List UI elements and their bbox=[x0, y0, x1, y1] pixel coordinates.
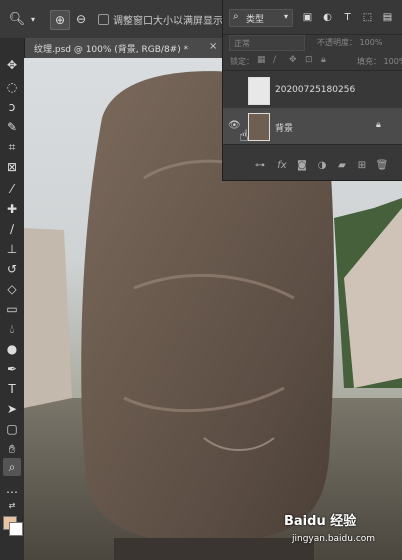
smart-object-filter-icon[interactable]: ▤ bbox=[381, 11, 394, 24]
lock-transparent-icon[interactable]: ▦ bbox=[257, 55, 266, 65]
layer-row[interactable]: 20200725180256 bbox=[223, 72, 402, 109]
layer-row-selected[interactable]: 👁︎ 背景 🔒︎ bbox=[223, 108, 402, 145]
history-brush-tool-icon[interactable]: ↺ bbox=[3, 260, 21, 278]
move-tool-icon[interactable]: ✥ bbox=[3, 56, 21, 74]
layer-thumbnail bbox=[248, 113, 270, 141]
marquee-tool-icon[interactable]: ◌ bbox=[3, 78, 21, 96]
layer-thumbnail bbox=[248, 77, 270, 105]
opacity-value: 100% bbox=[359, 38, 383, 47]
quick-selection-tool-icon[interactable]: ✎ bbox=[3, 118, 21, 136]
fill-control[interactable]: 填充： 100% bbox=[357, 56, 402, 67]
blend-mode-value: 正常 bbox=[234, 39, 250, 48]
layers-panel-footer: ⊶ fx ◙ ◑ ▰ ⊞ 🗑︎ bbox=[223, 150, 402, 180]
lock-image-icon[interactable]: ∕ bbox=[273, 55, 276, 65]
pen-tool-icon[interactable]: ✒ bbox=[3, 360, 21, 378]
document-tab-title: 纹理.psd @ 100% (背景, RGB/8#) * bbox=[34, 45, 189, 55]
search-icon: ⌕ bbox=[233, 11, 239, 22]
lock-label: 锁定： bbox=[230, 57, 254, 66]
hand-tool-icon[interactable]: ✋︎ bbox=[3, 440, 21, 458]
blur-tool-icon[interactable]: 💧︎ bbox=[3, 320, 21, 338]
type-layer-filter-icon[interactable]: T bbox=[341, 11, 354, 24]
kind-filter-dropdown[interactable]: ⌕ 类型 ▾ bbox=[229, 9, 293, 27]
opacity-control[interactable]: 不透明度： 100% bbox=[317, 37, 382, 48]
resize-windows-label: 调整窗口大小以满屏显示 bbox=[113, 16, 223, 27]
zoom-out-button[interactable]: ⊖ bbox=[72, 10, 90, 28]
layers-panel: ⌕ 类型 ▾ ▣ ◐ T ⬚ ▤ 正常 不透明度： 100% 锁定： ▦ ∕ ✥… bbox=[222, 0, 402, 181]
type-tool-icon[interactable]: T bbox=[3, 380, 21, 398]
new-layer-icon[interactable]: ⊞ bbox=[355, 158, 369, 172]
rectangle-tool-icon[interactable]: ▢ bbox=[3, 420, 21, 438]
crop-tool-icon[interactable]: ⌗ bbox=[3, 138, 21, 156]
lock-row: 锁定： ▦ ∕ ✥ ⊡ 🔒︎ 填充： 100% bbox=[223, 52, 402, 71]
dodge-tool-icon[interactable]: ● bbox=[3, 340, 21, 358]
frame-tool-icon[interactable]: ⊠ bbox=[3, 158, 21, 176]
adjustment-layer-filter-icon[interactable]: ◐ bbox=[321, 11, 334, 24]
tools-panel: ✥ ◌ ↄ ✎ ⌗ ⊠ ⁄ ✚ ∕ ⊥ ↺ ◇ ▭ 💧︎ ● ✒ T ➤ ▢ ✋… bbox=[0, 38, 25, 560]
zoom-in-button[interactable]: ⊕ bbox=[50, 10, 70, 30]
document-tab[interactable]: 纹理.psd @ 100% (背景, RGB/8#) * × bbox=[24, 38, 223, 58]
background-color-swatch[interactable] bbox=[9, 522, 23, 536]
clone-stamp-tool-icon[interactable]: ⊥ bbox=[3, 240, 21, 258]
chevron-down-icon: ▾ bbox=[283, 12, 288, 21]
path-selection-tool-icon[interactable]: ➤ bbox=[3, 400, 21, 418]
adjustment-layer-icon[interactable]: ◑ bbox=[315, 158, 329, 172]
opacity-label: 不透明度： bbox=[317, 38, 357, 47]
delete-layer-icon[interactable]: 🗑︎ bbox=[375, 158, 389, 172]
lock-icon: 🔒︎ bbox=[376, 120, 381, 130]
layer-name: 背景 bbox=[275, 124, 294, 134]
layer-mask-icon[interactable]: ◙ bbox=[295, 158, 309, 172]
blend-row: 正常 不透明度： 100% bbox=[223, 34, 402, 52]
resize-windows-checkbox[interactable] bbox=[98, 14, 109, 25]
zoom-tool-sidebar-icon[interactable]: ⌕ bbox=[3, 458, 21, 476]
watermark-url: jingyan.baidu.com bbox=[292, 534, 376, 544]
switch-colors-icon[interactable]: ⇄ bbox=[3, 496, 21, 514]
healing-brush-tool-icon[interactable]: ✚ bbox=[3, 200, 21, 218]
fill-label: 填充： bbox=[357, 57, 381, 66]
lasso-tool-icon[interactable]: ↄ bbox=[3, 98, 21, 116]
blend-mode-dropdown[interactable]: 正常 bbox=[229, 35, 305, 51]
group-folder-icon[interactable]: ▰ bbox=[335, 158, 349, 172]
layer-filter-row: ⌕ 类型 ▾ ▣ ◐ T ⬚ ▤ bbox=[223, 0, 402, 35]
eyedropper-tool-icon[interactable]: ⁄ bbox=[3, 180, 21, 198]
kind-filter-label: 类型 bbox=[246, 15, 265, 25]
layer-style-icon[interactable]: fx bbox=[275, 158, 289, 172]
fill-value: 100% bbox=[383, 57, 402, 66]
watermark-brand: Baidu 经验 bbox=[284, 514, 357, 529]
layer-visibility-toggle[interactable] bbox=[228, 84, 240, 96]
brush-tool-icon[interactable]: ∕ bbox=[3, 220, 21, 238]
lock-all-icon[interactable]: 🔒︎ bbox=[321, 55, 326, 65]
link-layers-icon[interactable]: ⊶ bbox=[253, 158, 267, 172]
gradient-tool-icon[interactable]: ▭ bbox=[3, 300, 21, 318]
tool-preset-dropdown-icon[interactable]: ▾ bbox=[28, 10, 38, 28]
lock-artboard-icon[interactable]: ⊡ bbox=[305, 55, 313, 65]
hand-cursor-icon: ☝︎ bbox=[239, 126, 249, 145]
zoom-tool-icon[interactable]: 🔍︎ bbox=[8, 10, 26, 28]
pixel-layer-filter-icon[interactable]: ▣ bbox=[301, 11, 314, 24]
lock-position-icon[interactable]: ✥ bbox=[289, 55, 297, 65]
eraser-tool-icon[interactable]: ◇ bbox=[3, 280, 21, 298]
layer-name: 20200725180256 bbox=[275, 85, 356, 95]
close-document-icon[interactable]: × bbox=[209, 41, 217, 52]
shape-layer-filter-icon[interactable]: ⬚ bbox=[361, 11, 374, 24]
